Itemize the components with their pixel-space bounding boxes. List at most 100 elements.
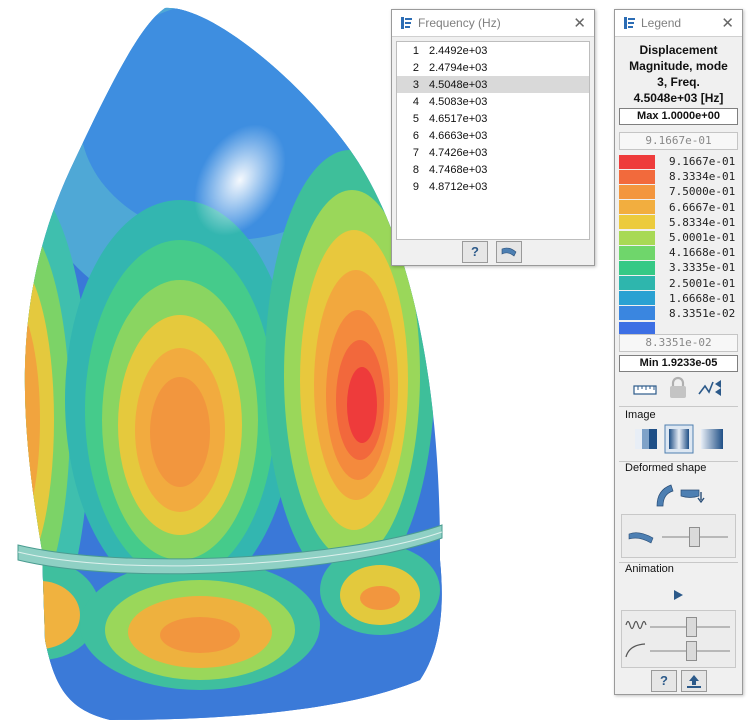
image-mode-smooth-icon[interactable] bbox=[664, 424, 694, 454]
frequency-row[interactable]: 4 4.5083e+03 bbox=[397, 93, 589, 110]
min-value: 1.9233e-05 bbox=[661, 357, 718, 369]
contour-middle bbox=[65, 200, 295, 600]
max-value: 1.0000e+00 bbox=[661, 110, 720, 122]
color-scale-value: 8.3351e-02 bbox=[669, 306, 736, 320]
color-scale-entry: 1.6668e-01 bbox=[619, 291, 736, 306]
frequency-row-value: 4.7468e+03 bbox=[429, 163, 488, 176]
color-swatch bbox=[619, 154, 655, 169]
max-value-box: Max 1.0000e+00 bbox=[619, 108, 738, 125]
app-icon bbox=[401, 17, 412, 29]
image-mode-banded-icon[interactable] bbox=[633, 426, 659, 452]
frequency-row-index: 4 bbox=[412, 95, 419, 108]
frequency-row-index: 9 bbox=[412, 180, 419, 193]
legend-heading-line: 4.5048e+03 [Hz] bbox=[633, 91, 724, 105]
color-scale-entry: 7.5000e-01 bbox=[619, 184, 736, 199]
frequency-panel-title: Frequency (Hz) bbox=[418, 16, 501, 30]
frequency-row-value: 2.4794e+03 bbox=[429, 61, 488, 74]
frequency-row-index: 7 bbox=[412, 146, 419, 159]
color-scale-value: 3.3335e-01 bbox=[669, 261, 736, 275]
probe-arrows-icon[interactable] bbox=[697, 376, 723, 400]
legend-heading-line: Displacement bbox=[639, 43, 718, 57]
color-scale-entry: 9.1667e-01 bbox=[619, 154, 736, 169]
frequency-row[interactable]: 1 2.4492e+03 bbox=[397, 42, 589, 59]
color-scale-value: 5.0001e-01 bbox=[669, 231, 736, 245]
image-section-label: Image bbox=[625, 409, 656, 421]
frequency-row-value: 4.5083e+03 bbox=[429, 95, 488, 108]
frequency-row[interactable]: 5 4.6517e+03 bbox=[397, 110, 589, 127]
color-scale-entry: 6.6667e-01 bbox=[619, 200, 736, 215]
color-scale-value: 1.6668e-01 bbox=[669, 291, 736, 305]
frequency-row[interactable]: 6 4.6663e+03 bbox=[397, 127, 589, 144]
amplitude-slider[interactable] bbox=[686, 617, 697, 637]
frequency-row-index: 8 bbox=[412, 163, 419, 176]
frequency-panel: Frequency (Hz) ✕ 1 2.4492e+03 2 2.4794e+03 3… bbox=[391, 9, 595, 266]
close-icon[interactable]: ✕ bbox=[721, 14, 734, 32]
legend-heading: Displacement Magnitude, mode 3, Freq. 4.… bbox=[615, 42, 742, 106]
color-swatch bbox=[619, 276, 655, 291]
legend-titlebar[interactable]: Legend ✕ bbox=[615, 10, 742, 37]
color-swatch bbox=[619, 169, 655, 184]
export-button[interactable] bbox=[681, 670, 707, 692]
help-button[interactable]: ? bbox=[651, 670, 677, 692]
frequency-row[interactable]: 2 2.4794e+03 bbox=[397, 59, 589, 76]
deformed-shape-icon bbox=[501, 247, 517, 257]
frequency-row[interactable]: 9 4.8712e+03 bbox=[397, 178, 589, 195]
animation-controls-group bbox=[621, 610, 736, 668]
lower-limit-field[interactable]: 8.3351e-02 bbox=[619, 334, 738, 352]
color-scale-value: 6.6667e-01 bbox=[669, 200, 736, 214]
ruler-icon[interactable] bbox=[633, 380, 657, 398]
deformed-shape-curve-icon[interactable] bbox=[653, 482, 675, 508]
deformed-shape-section-label: Deformed shape bbox=[625, 462, 707, 474]
frequency-list[interactable]: 1 2.4492e+03 2 2.4794e+03 3 4.5048e+03 4 4.5083… bbox=[396, 41, 590, 240]
color-swatch bbox=[619, 260, 655, 275]
deformed-shape-small-icon bbox=[628, 532, 654, 544]
legend-panel: Legend ✕ Displacement Magnitude, mode 3,… bbox=[614, 9, 743, 695]
min-label: Min bbox=[639, 357, 659, 369]
help-button[interactable]: ? bbox=[462, 241, 488, 263]
lock-icon[interactable] bbox=[667, 376, 689, 400]
frequency-row-index: 6 bbox=[412, 129, 419, 142]
color-swatch bbox=[619, 230, 655, 245]
frequency-row-index: 3 bbox=[412, 78, 419, 91]
frequency-titlebar[interactable]: Frequency (Hz) ✕ bbox=[392, 10, 594, 37]
color-swatch bbox=[619, 215, 655, 230]
frequency-row-index: 2 bbox=[412, 61, 419, 74]
amplitude-wave-icon bbox=[625, 620, 647, 630]
frequency-row-value: 4.6663e+03 bbox=[429, 129, 488, 142]
play-icon[interactable] bbox=[671, 588, 685, 602]
deformed-shape-button[interactable] bbox=[496, 241, 522, 263]
app-icon bbox=[624, 17, 635, 29]
frequency-row[interactable]: 3 4.5048e+03 bbox=[397, 76, 589, 93]
speed-curve-icon bbox=[625, 643, 646, 658]
deformation-scale-group bbox=[621, 514, 736, 558]
frequency-row[interactable]: 7 4.7426e+03 bbox=[397, 144, 589, 161]
color-swatch bbox=[619, 200, 655, 215]
frequency-row-value: 4.6517e+03 bbox=[429, 112, 488, 125]
frequency-row-value: 4.8712e+03 bbox=[429, 180, 488, 193]
color-scale-entry: 4.1668e-01 bbox=[619, 245, 736, 260]
color-scale-value: 7.5000e-01 bbox=[669, 185, 736, 199]
frequency-row-value: 4.5048e+03 bbox=[429, 78, 488, 91]
animation-section-label: Animation bbox=[625, 563, 674, 575]
export-icon bbox=[687, 675, 701, 688]
frequency-row-value: 2.4492e+03 bbox=[429, 44, 488, 57]
upper-limit-field[interactable]: 9.1667e-01 bbox=[619, 132, 738, 150]
color-swatch bbox=[619, 184, 655, 199]
frequency-row-index: 5 bbox=[412, 112, 419, 125]
color-scale-value: 8.3334e-01 bbox=[669, 170, 736, 184]
speed-slider[interactable] bbox=[686, 641, 697, 661]
deformed-shape-scale-icon[interactable] bbox=[679, 486, 707, 508]
deformation-scale-slider[interactable] bbox=[689, 527, 700, 547]
legend-panel-title: Legend bbox=[641, 16, 682, 30]
image-mode-gradient-icon[interactable] bbox=[699, 426, 725, 452]
color-swatch bbox=[619, 291, 655, 306]
color-scale-entry: 5.0001e-01 bbox=[619, 230, 736, 245]
color-scale-entry: 8.3351e-02 bbox=[619, 306, 736, 321]
frequency-toolbar: ? bbox=[392, 240, 594, 264]
min-value-box: Min 1.9233e-05 bbox=[619, 355, 738, 372]
frequency-row[interactable]: 8 4.7468e+03 bbox=[397, 161, 589, 178]
legend-heading-line: 3, Freq. bbox=[657, 75, 700, 89]
color-scale-entry: 3.3335e-01 bbox=[619, 260, 736, 275]
close-icon[interactable]: ✕ bbox=[573, 14, 586, 32]
color-swatch bbox=[619, 306, 655, 321]
